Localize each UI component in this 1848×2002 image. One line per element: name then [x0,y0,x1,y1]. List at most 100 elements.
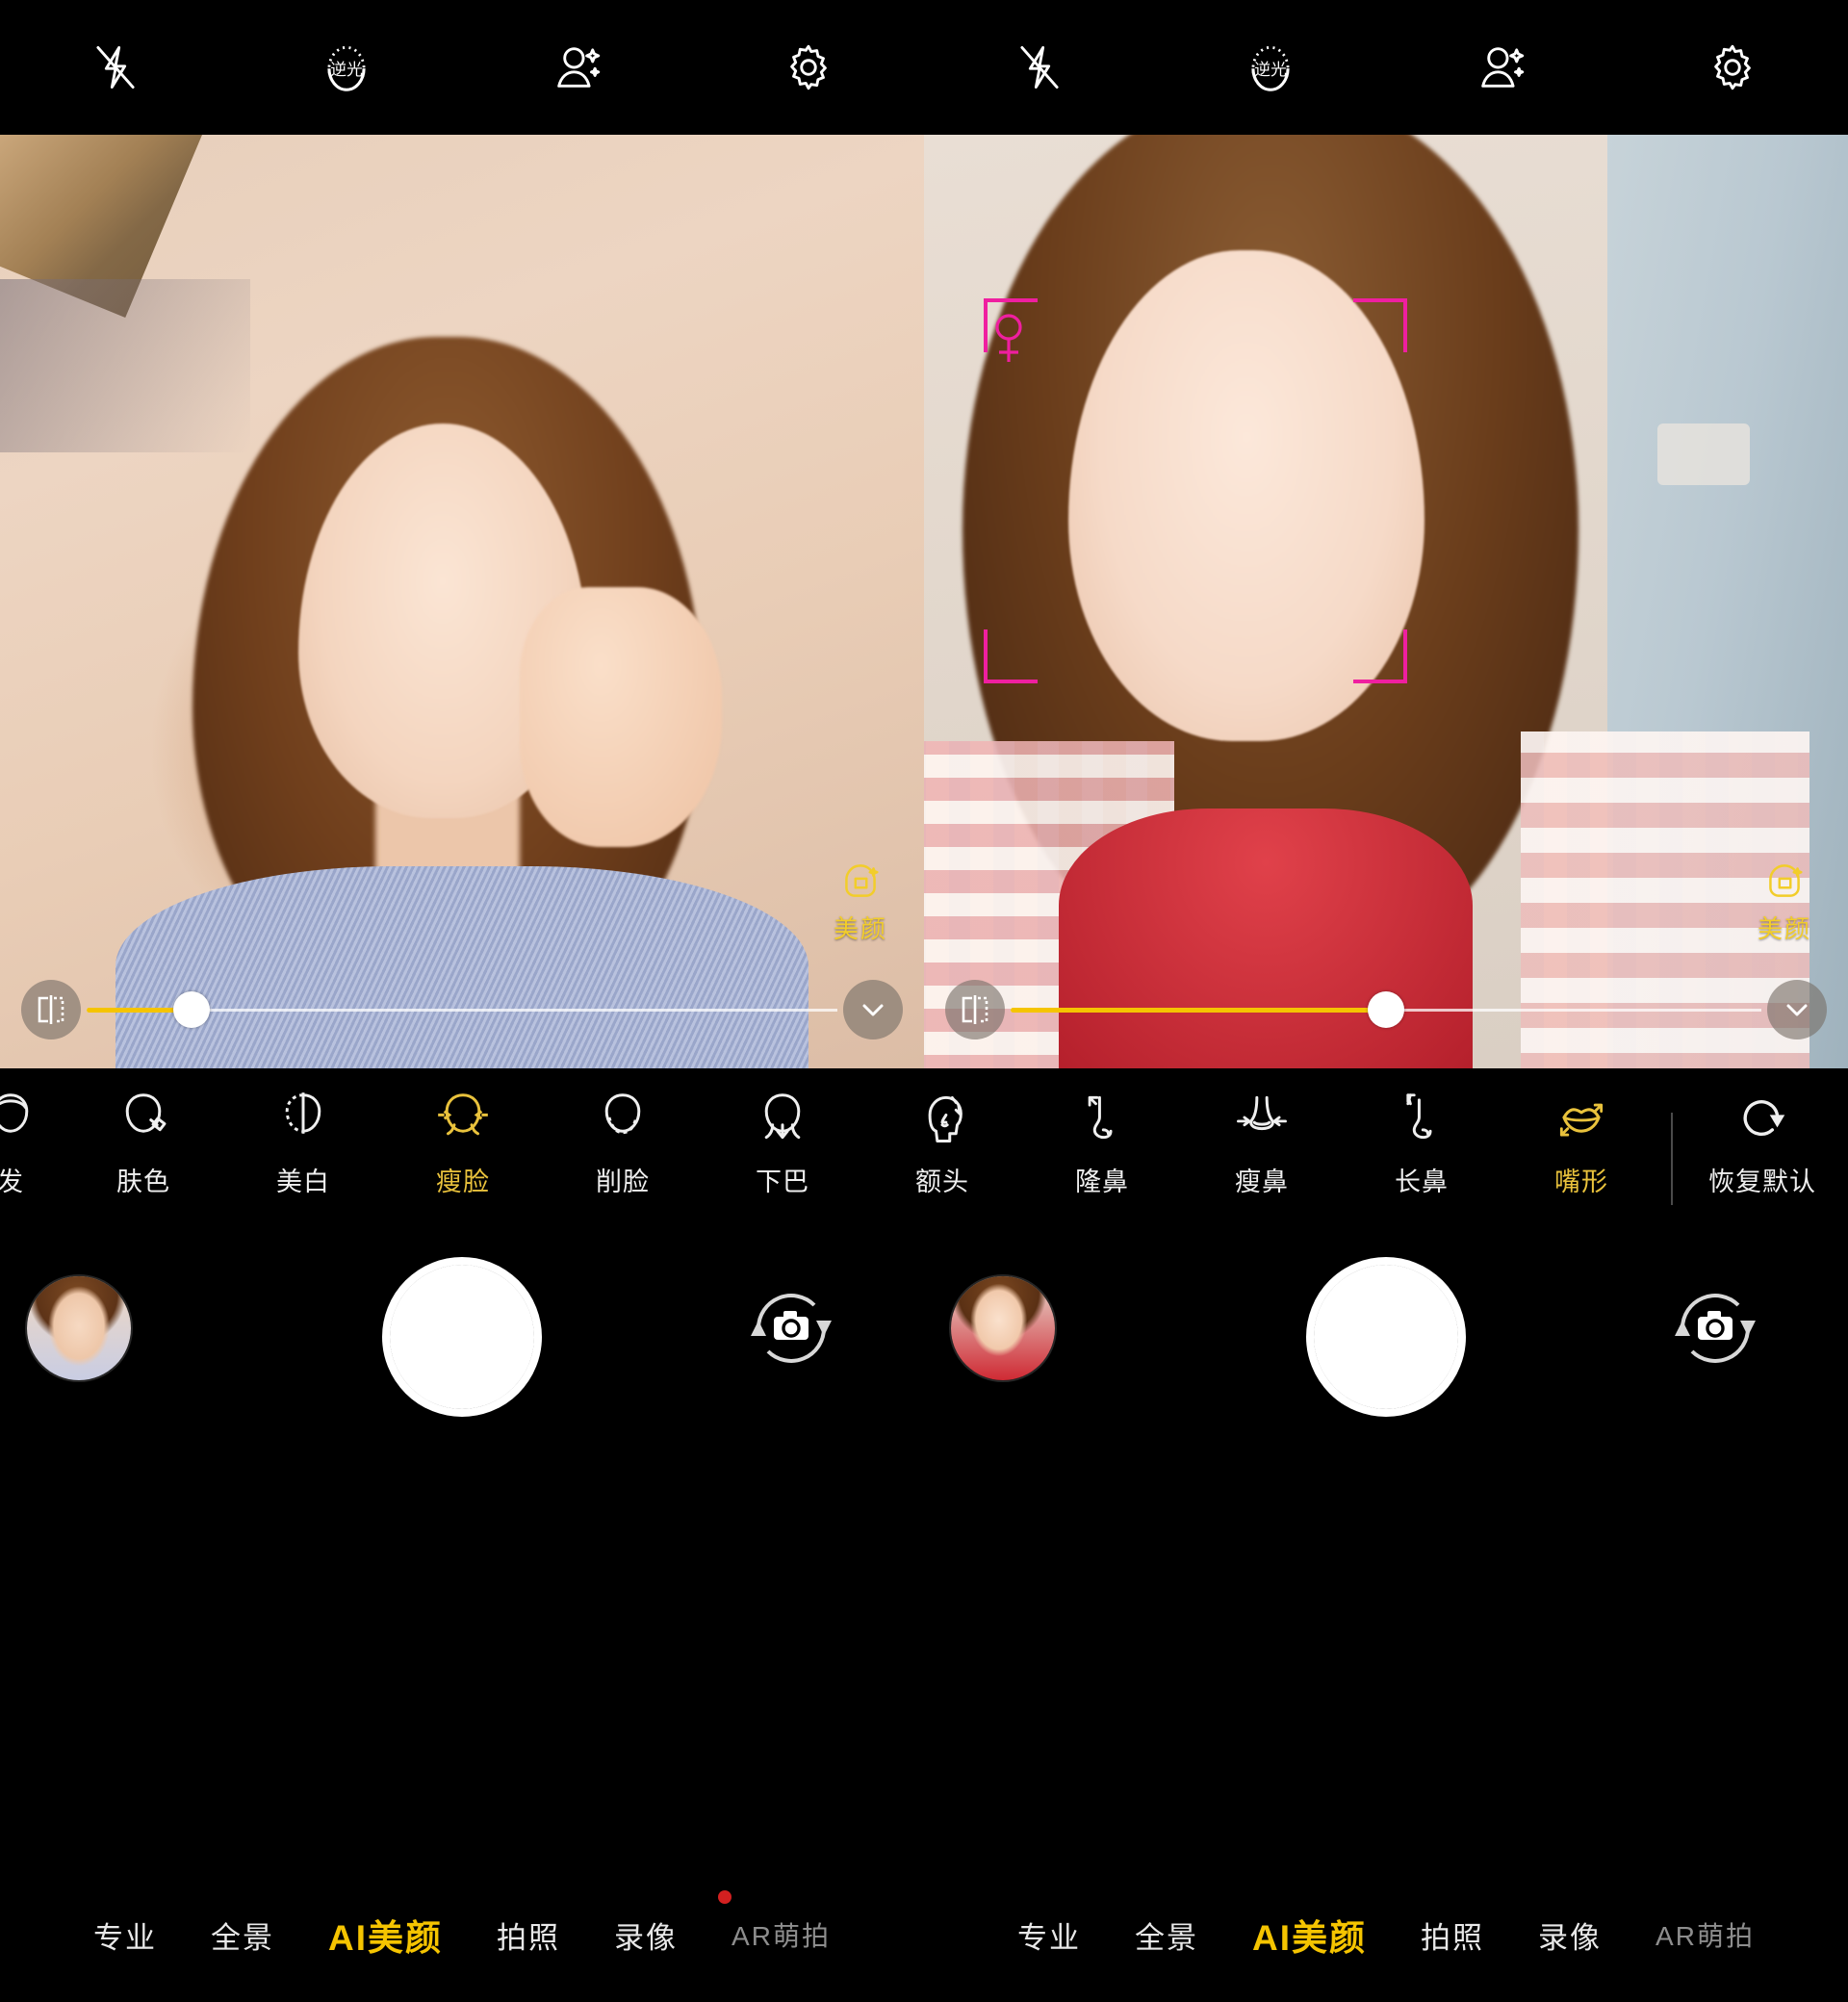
beauty-option-label: 发 [0,1168,24,1196]
shutter-button[interactable] [382,1257,542,1417]
carve-face-icon [593,1082,653,1153]
mode-item[interactable]: 录像 [614,1913,678,1957]
slim-face-icon [433,1082,493,1153]
beauty-options-divider [1671,1113,1673,1205]
face-detection-box [984,298,1407,683]
backlight-icon[interactable]: 逆光 [1155,0,1386,135]
whitening-icon [273,1082,333,1153]
top-toolbar-right: 逆光 [924,0,1848,135]
aspect-ratio-icon[interactable] [945,980,1005,1040]
long-nose-icon [1392,1082,1451,1153]
beauty-option-label: 隆鼻 [1075,1168,1129,1196]
face-box-corner [1353,298,1407,352]
recording-indicator-dot [718,1890,732,1904]
beauty-option-nose-bridge[interactable]: 隆鼻 [1022,1082,1182,1198]
beauty-option-chin[interactable]: 下巴 [703,1082,862,1198]
beauty-slider-row-left [0,966,924,1053]
forehead-icon [912,1082,972,1153]
beauty-option-whitening[interactable]: 美白 [223,1082,383,1198]
chevron-down-icon[interactable] [843,980,903,1040]
shutter-controls-left [0,1222,924,1492]
beauty-intensity-slider-left[interactable] [87,980,837,1040]
gallery-thumbnail[interactable] [25,1274,133,1382]
mode-bar[interactable]: 专业 全景 AI美颜 拍照 录像 AR萌拍 专业 全景 AI美颜 拍照 录像 AR萌拍 [0,1867,1848,2002]
beauty-portrait-icon[interactable] [462,0,693,135]
flash-off-icon[interactable] [0,0,231,135]
mode-item[interactable]: 全景 [1135,1913,1198,1957]
settings-gear-icon[interactable] [1617,0,1848,135]
skin-tone-icon [114,1082,173,1153]
subject-hand [520,587,722,847]
mode-selected[interactable]: AI美颜 [1252,1909,1367,1961]
beauty-option-long-nose[interactable]: 长鼻 [1342,1082,1502,1198]
slim-nose-icon [1232,1082,1292,1153]
chin-icon [753,1082,812,1153]
beauty-option-carve-face[interactable]: 削脸 [543,1082,703,1198]
lips-shape-icon [1552,1082,1611,1153]
beauty-watermark-label: 美颜 [1757,914,1811,943]
mode-selected[interactable]: AI美颜 [328,1909,443,1961]
beauty-options-list: 发 肤色 美白 瘦脸 削脸 下巴 额头 隆鼻 瘦鼻 长鼻 嘴形 恢复默认 [0,1068,1848,1236]
mode-item[interactable]: 拍照 [497,1913,560,1957]
face-box-corner [1353,629,1407,683]
face-box-corner [984,629,1038,683]
beauty-watermark: 美颜 [834,858,887,945]
slider-knob[interactable] [173,991,211,1028]
camera-preview-left[interactable]: 美颜 [0,135,924,1068]
beauty-option-hair[interactable]: 发 [0,1082,64,1198]
beauty-option-label: 恢复默认 [1708,1168,1816,1196]
mode-item[interactable]: AR萌拍 [1656,1915,1755,1954]
beauty-slider-row-right [924,966,1848,1053]
mode-item[interactable]: 拍照 [1421,1913,1484,1957]
female-symbol-icon [995,314,1022,362]
chevron-down-icon[interactable] [1767,980,1827,1040]
beauty-options-strip[interactable]: 发 肤色 美白 瘦脸 削脸 下巴 额头 隆鼻 瘦鼻 长鼻 嘴形 恢复默认 [0,1068,1848,1222]
flash-off-icon[interactable] [924,0,1155,135]
beauty-option-label: 下巴 [756,1168,809,1196]
shutter-button[interactable] [1306,1257,1466,1417]
beauty-option-label: 美白 [276,1168,330,1196]
beauty-watermark: 美颜 [1758,858,1811,945]
beauty-option-forehead[interactable]: 额头 [862,1082,1022,1198]
camera-app-screen: 逆光 逆光 美颜 美颜 发 肤色 美白 瘦脸 削脸 下巴 额头 隆鼻 瘦鼻 长鼻… [0,0,1848,2002]
slider-fill [1011,1007,1386,1013]
settings-gear-icon[interactable] [693,0,924,135]
camera-preview-right[interactable]: 美颜 [924,135,1848,1068]
backlight-icon[interactable]: 逆光 [231,0,462,135]
reset-icon [1732,1082,1792,1153]
beauty-option-label: 削脸 [596,1168,650,1196]
switch-camera-icon[interactable] [741,1278,841,1378]
beauty-intensity-slider-right[interactable] [1011,980,1761,1040]
mode-item[interactable]: 专业 [93,1913,157,1957]
top-toolbar-left: 逆光 [0,0,924,135]
beauty-option-slim-face[interactable]: 瘦脸 [383,1082,543,1198]
beauty-option-skin-tone[interactable]: 肤色 [64,1082,223,1198]
mode-item[interactable]: 全景 [211,1913,274,1957]
gallery-thumbnail[interactable] [949,1274,1057,1382]
mode-item[interactable]: 录像 [1538,1913,1602,1957]
hair-icon [0,1082,40,1153]
beauty-option-label: 额头 [915,1168,969,1196]
mode-item[interactable]: AR萌拍 [732,1915,831,1954]
beauty-option-label: 长鼻 [1395,1168,1449,1196]
slider-knob[interactable] [1368,991,1404,1028]
beauty-option-reset[interactable]: 恢复默认 [1682,1082,1842,1198]
svg-text:逆光: 逆光 [1254,61,1287,79]
beauty-option-label: 肤色 [116,1168,170,1196]
beauty-watermark-label: 美颜 [833,914,887,943]
beauty-option-slim-nose[interactable]: 瘦鼻 [1182,1082,1342,1198]
beauty-portrait-icon[interactable] [1386,0,1617,135]
beauty-option-lips-shape[interactable]: 嘴形 [1502,1082,1661,1198]
aspect-ratio-icon[interactable] [21,980,81,1040]
shutter-controls-right [924,1222,1848,1492]
mode-bar-right: 专业 全景 AI美颜 拍照 录像 AR萌拍 [924,1867,1848,2002]
switch-camera-icon[interactable] [1665,1278,1765,1378]
beauty-face-icon [1769,864,1803,897]
beauty-option-label: 嘴形 [1554,1168,1608,1196]
beauty-option-label: 瘦鼻 [1235,1168,1289,1196]
preview-area: 美颜 美颜 [0,135,1848,1068]
svg-text:逆光: 逆光 [330,61,363,79]
shutter-row [0,1222,1848,1492]
mode-item[interactable]: 专业 [1017,1913,1081,1957]
nose-bridge-icon [1072,1082,1132,1153]
